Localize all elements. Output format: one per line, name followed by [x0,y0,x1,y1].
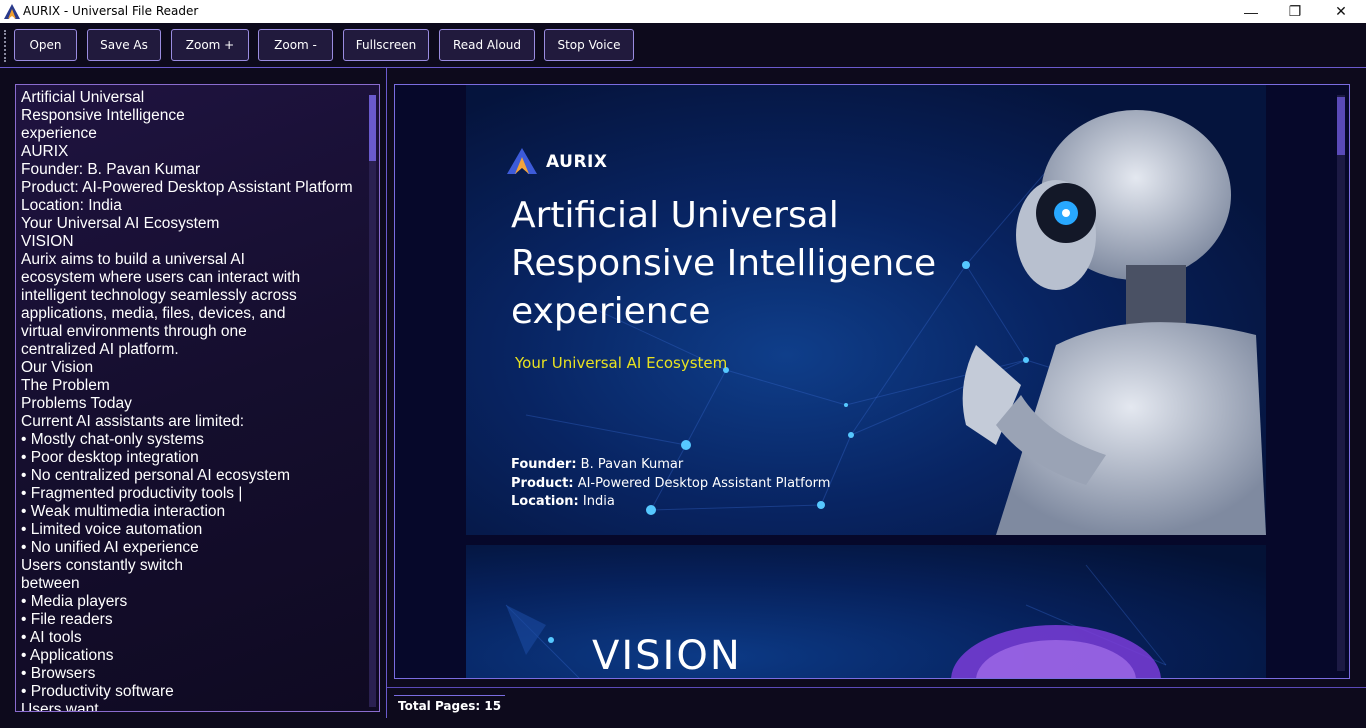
text-line: between [21,575,80,592]
founder-label: Founder: [511,457,577,472]
text-line: • Applications [21,647,114,664]
humanoid-robot-illustration [962,110,1266,535]
location-label: Location: [511,494,579,509]
aurix-logo-icon [507,148,537,174]
close-button[interactable]: ✕ [1318,0,1364,23]
text-line: Product: AI-Powered Desktop Assistant Pl… [21,179,353,196]
text-line: • Productivity software [21,683,174,700]
product-value: AI-Powered Desktop Assistant Platform [577,475,831,491]
slide-subtitle: Your Universal AI Ecosystem [515,354,728,372]
fullscreen-button[interactable]: Fullscreen [343,29,429,61]
text-scrollbar-thumb[interactable] [369,95,376,161]
text-scrollbar[interactable] [369,95,376,707]
extracted-text-area[interactable]: Artificial Universal Responsive Intellige… [15,84,380,712]
document-preview[interactable]: AURIX Artificial Universal Responsive In… [394,84,1350,679]
save-as-button[interactable]: Save As [87,29,161,61]
read-aloud-button[interactable]: Read Aloud [439,29,535,61]
window-titlebar: AURIX - Universal File Reader — ❐ ✕ [0,0,1366,23]
slide-title: Artificial Universal Responsive Intellig… [511,195,937,332]
text-line: Location: India [21,197,122,214]
panel-divider [386,68,387,718]
founder-value: B. Pavan Kumar [580,457,684,472]
text-line: • Poor desktop integration [21,449,199,466]
text-line: The Problem [21,377,110,394]
text-line: Artificial Universal [21,89,145,106]
total-pages-status: Total Pages: 15 [394,695,506,717]
text-line: Aurix aims to build a universal AI [21,251,245,268]
text-line: Users constantly switch [21,557,183,574]
text-line: • AI tools [21,629,82,646]
text-line: • Fragmented productivity tools | [21,485,243,502]
text-line: Responsive Intelligence [21,107,185,124]
slide-page-2: VISION [466,545,1266,679]
preview-scrollbar[interactable] [1337,95,1345,671]
text-line: Current AI assistants are limited: [21,413,245,430]
brain-illustration [951,625,1161,678]
text-line: Problems Today [21,395,132,412]
text-line: • Media players [21,593,128,610]
text-line: • Browsers [21,665,96,682]
preview-scrollbar-thumb[interactable] [1337,97,1345,155]
text-line: • No centralized personal AI ecosystem [21,467,291,484]
text-line: • Weak multimedia interaction [21,503,226,520]
toolbar: Open Save As Zoom + Zoom - Fullscreen Re… [0,23,1366,68]
restore-button[interactable]: ❐ [1272,0,1318,23]
text-line: applications, media, files, devices, and [21,305,286,322]
text-line: • No unified AI experience [21,539,199,556]
window-title: AURIX - Universal File Reader [23,4,199,18]
text-line: Our Vision [21,359,94,376]
minimize-button[interactable]: — [1228,0,1274,23]
slide-brand-name: AURIX [546,152,608,172]
text-line: AURIX [21,143,69,160]
text-line: • File readers [21,611,113,628]
text-line: VISION [21,233,74,250]
text-line: ecosystem where users can interact with [21,269,301,286]
text-line: virtual environments through one [21,323,247,340]
text-line: Founder: B. Pavan Kumar [21,161,201,178]
slide-meta-info: Founder: B. Pavan Kumar Product: AI-Powe… [511,456,830,512]
toolbar-grip[interactable] [4,30,6,62]
zoom-in-button[interactable]: Zoom + [171,29,249,61]
open-button[interactable]: Open [14,29,77,61]
zoom-out-button[interactable]: Zoom - [258,29,333,61]
text-line: centralized AI platform. [21,341,179,358]
text-line: experience [21,125,97,142]
text-line: • Mostly chat-only systems [21,431,204,448]
product-label: Product: [511,475,574,491]
slide-2-title: VISION [592,633,742,679]
aurix-logo-icon [4,4,20,19]
stop-voice-button[interactable]: Stop Voice [544,29,634,61]
extracted-text[interactable]: Artificial Universal Responsive Intellige… [21,89,366,712]
text-line: intelligent technology seamlessly across [21,287,297,304]
text-line: Users want [21,701,99,712]
slide-page-1: AURIX Artificial Universal Responsive In… [466,85,1266,535]
text-line: • Limited voice automation [21,521,203,538]
location-value: India [582,494,615,509]
status-divider [387,687,1366,688]
text-line: Your Universal AI Ecosystem [21,215,220,232]
